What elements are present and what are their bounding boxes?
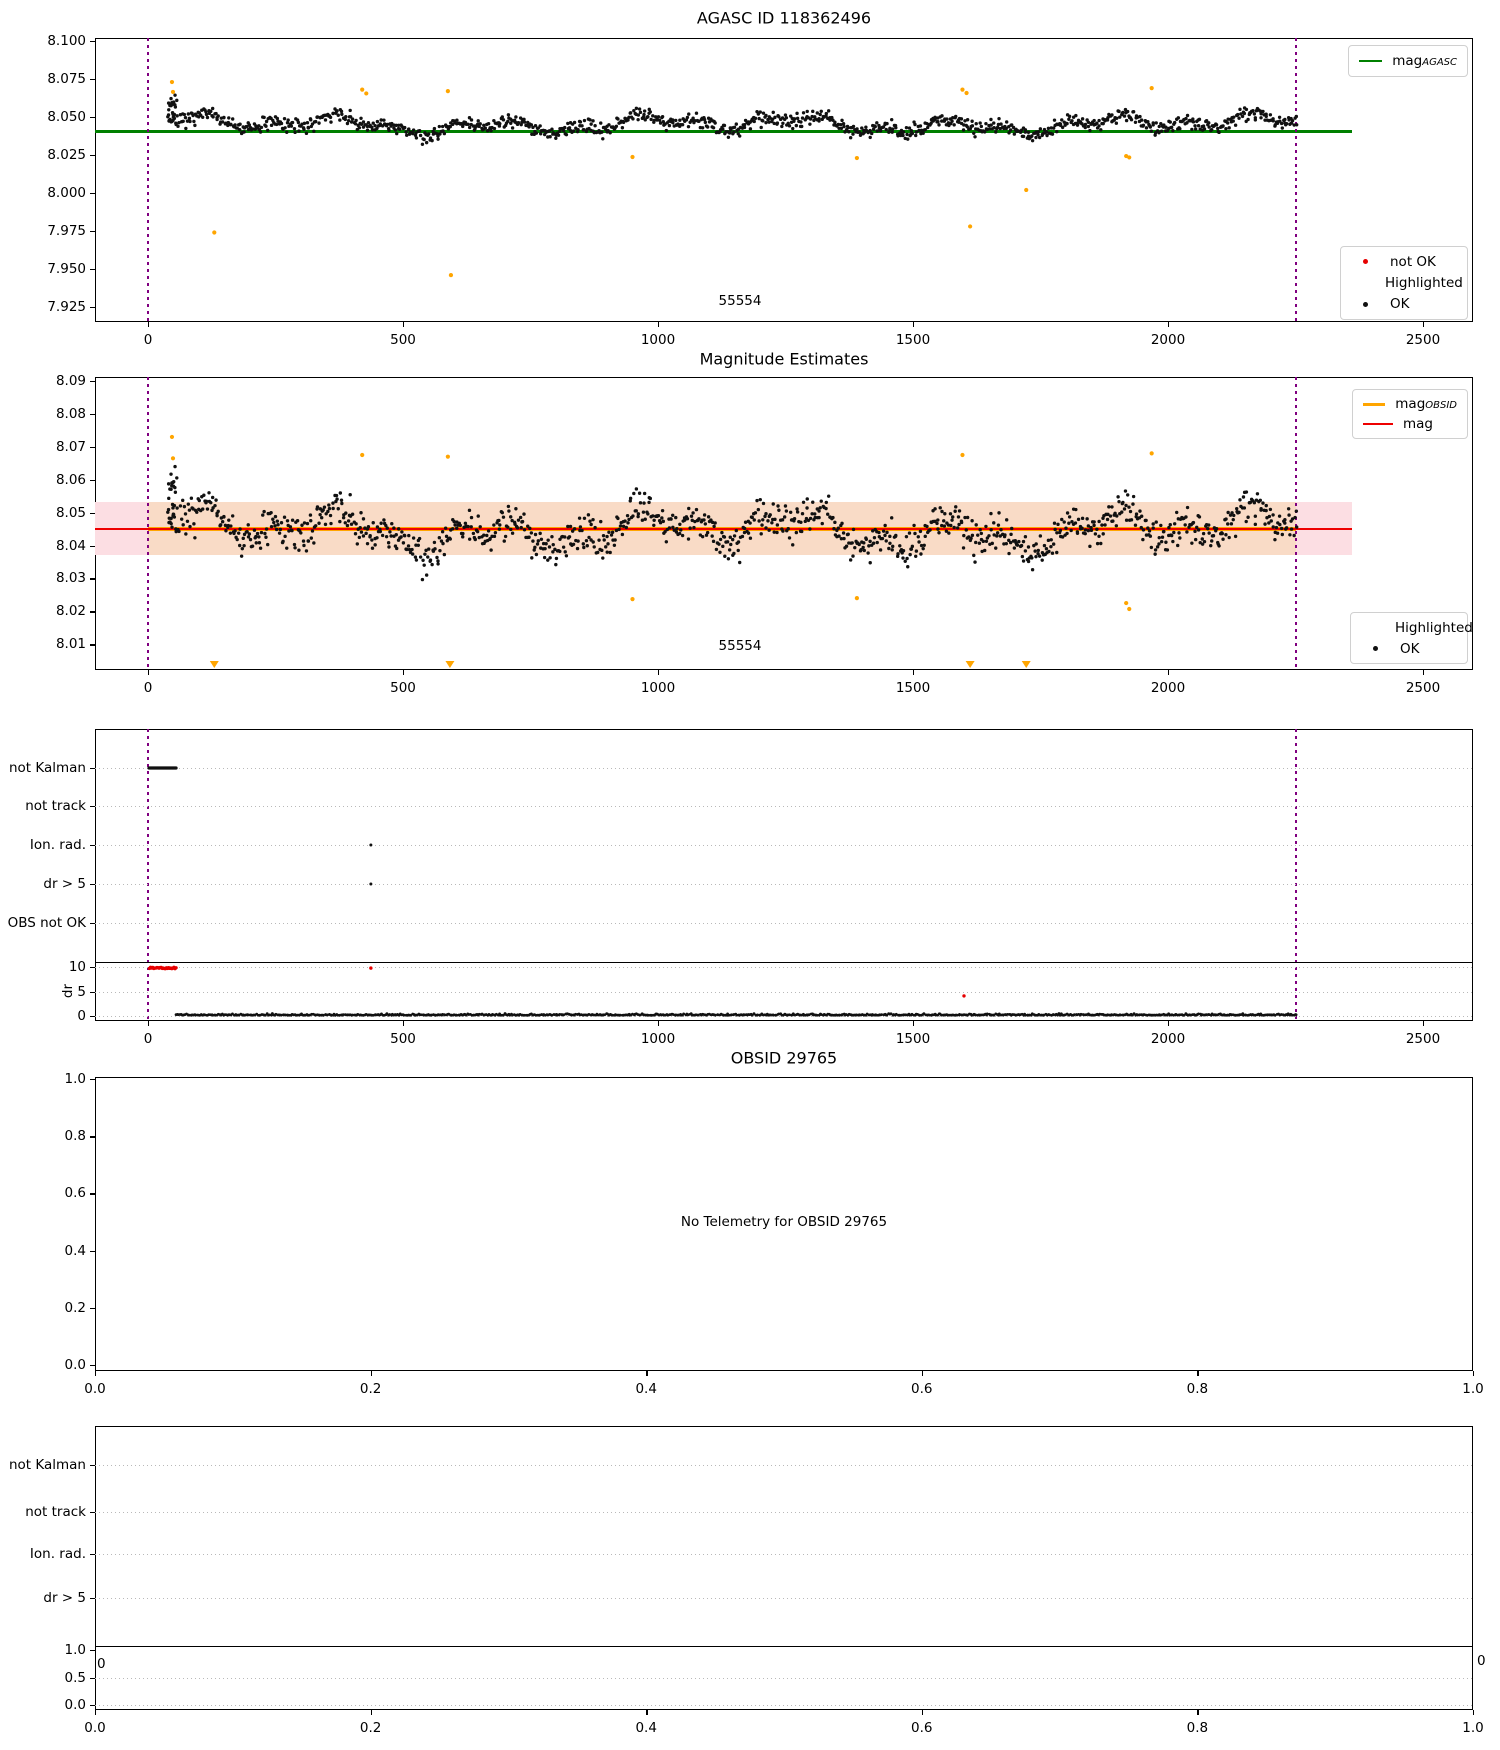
- legend-label: magOBSID: [1395, 396, 1457, 412]
- legend-row-ok: OK: [1351, 296, 1457, 312]
- red-line-swatch: [1363, 423, 1393, 425]
- legend-label: mag: [1403, 416, 1433, 432]
- legend-label: Highlighted: [1395, 619, 1473, 636]
- plot3-scatter-layer: [147, 766, 1298, 1017]
- legend-label: Highlighted: [1385, 274, 1463, 291]
- legend-row-ok: OK: [1361, 641, 1457, 657]
- plot2-line-legend: magOBSID mag: [1352, 389, 1468, 439]
- plot1-marker-legend: not OK Highlighted OK: [1340, 246, 1468, 320]
- red-dot-swatch: [1363, 259, 1368, 265]
- plot2-marker-legend: Highlighted OK: [1350, 612, 1473, 664]
- legend-row-mag-obsid: magOBSID: [1363, 396, 1457, 412]
- legend-row-mag-agasc: magAGASC: [1359, 53, 1457, 69]
- black-dot-swatch: [1363, 301, 1368, 307]
- legend-label: not OK: [1390, 253, 1436, 270]
- green-line-swatch: [1359, 60, 1383, 62]
- plot1-line-legend: magAGASC: [1348, 45, 1468, 77]
- figure: AGASC ID 118362496 magAGASC not OK Highl…: [0, 0, 1500, 1750]
- legend-row-highlighted: Highlighted: [1351, 275, 1463, 291]
- legend-label: OK: [1400, 640, 1420, 657]
- black-dot-swatch: [1373, 646, 1378, 651]
- orange-line-swatch: [1363, 402, 1386, 406]
- legend-label: OK: [1390, 296, 1410, 313]
- legend-label: magAGASC: [1392, 53, 1457, 69]
- legend-row-highlighted: Highlighted: [1361, 620, 1473, 636]
- legend-row-not-ok: not OK: [1351, 254, 1457, 270]
- legend-row-mag: mag: [1363, 416, 1457, 432]
